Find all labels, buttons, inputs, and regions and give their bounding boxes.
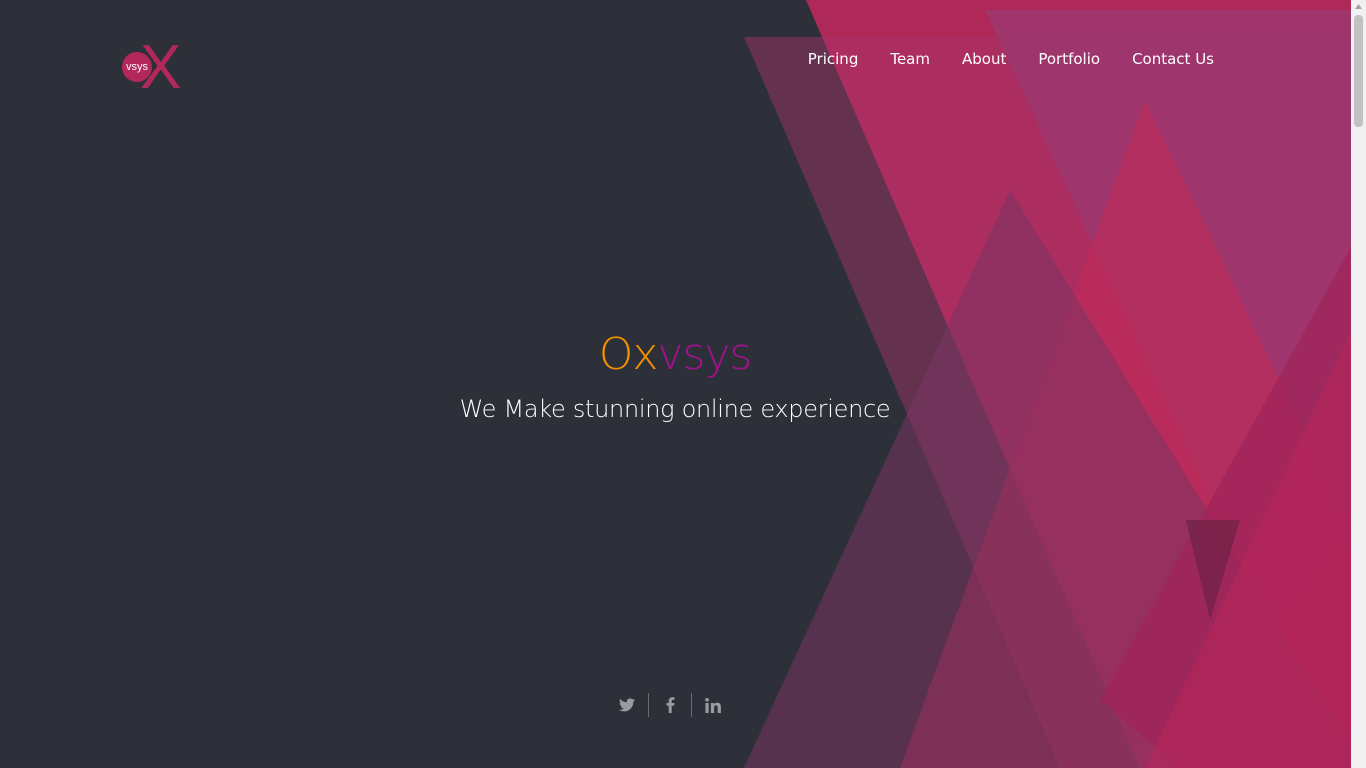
nav-link-team[interactable]: Team — [890, 49, 930, 69]
main-nav: Pricing Team About Portfolio Contact Us — [808, 49, 1214, 69]
hero-title-part1: Ox — [598, 329, 659, 380]
logo-circle: vsys — [122, 52, 152, 82]
scrollbar[interactable] — [1351, 0, 1366, 768]
hero: Oxvsys We Make stunning online experienc… — [0, 325, 1350, 425]
social-links — [607, 693, 733, 717]
scrollbar-thumb[interactable] — [1354, 15, 1363, 127]
hero-title: Oxvsys — [0, 325, 1350, 385]
nav-link-pricing[interactable]: Pricing — [808, 49, 859, 69]
nav-link-contact-us[interactable]: Contact Us — [1132, 49, 1214, 69]
scroll-up-arrow-icon[interactable] — [1351, 0, 1366, 14]
hero-subtitle: We Make stunning online experience — [459, 395, 891, 423]
facebook-icon[interactable] — [650, 693, 690, 717]
hero-title-part2: vsys — [657, 329, 752, 380]
social-divider — [648, 693, 649, 717]
linkedin-icon[interactable] — [693, 693, 733, 717]
nav-link-portfolio[interactable]: Portfolio — [1038, 49, 1100, 69]
nav-link-about[interactable]: About — [962, 49, 1006, 69]
logo-circle-text: vsys — [126, 61, 148, 73]
twitter-icon[interactable] — [607, 693, 647, 717]
social-divider — [691, 693, 692, 717]
